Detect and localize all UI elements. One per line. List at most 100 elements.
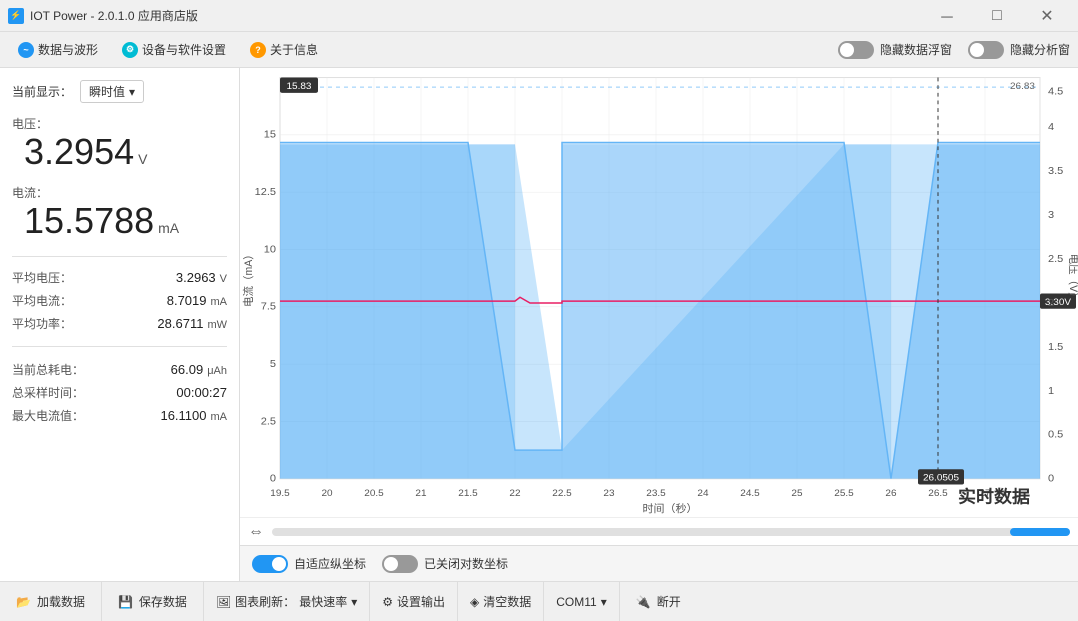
com-port-select[interactable]: COM11 ▾ [544,582,619,621]
svg-text:1: 1 [1048,385,1054,397]
chevron-down-icon: ▾ [601,595,607,609]
menu-item-settings[interactable]: ⚙ 设备与软件设置 [112,37,236,62]
display-mode-label: 当前显示： [12,83,72,100]
max-current-value: 16.1100 [160,408,206,423]
save-data-label: 保存数据 [139,593,187,610]
connect-button[interactable]: 🔌 断开 [620,582,697,621]
svg-text:15.83: 15.83 [286,81,311,92]
menu-right: 隐藏数据浮窗 隐藏分析窗 [838,41,1070,59]
toggle-hide-analysis-switch[interactable] [968,41,1004,59]
load-data-label: 加载数据 [37,593,85,610]
menu-item-about[interactable]: ? 关于信息 [240,37,328,62]
load-data-button[interactable]: 📂 加载数据 [0,582,102,621]
menu-settings-label: 设备与软件设置 [142,41,226,58]
app-icon: ⚡ [8,8,24,24]
toggle-hide-data-label: 隐藏数据浮窗 [880,41,952,58]
scroll-area[interactable]: ⇔ [240,517,1078,545]
avg-current-row: 平均电流： 8.7019 mA [12,292,227,309]
connect-label: 断开 [657,593,681,610]
chart-container[interactable]: 3.30V 15.83 26.0505 26.83 0 2.5 5 7.5 [240,68,1078,517]
clear-data-button[interactable]: ◈ 清空数据 [458,582,544,621]
max-current-row: 最大电流值： 16.1100 mA [12,407,227,424]
avg-voltage-row: 平均电压： 3.2963 V [12,269,227,286]
avg-current-value-group: 8.7019 mA [167,293,227,308]
log-y-toggle[interactable] [382,555,418,573]
current-section: 电流： 15.5788 mA [12,184,227,241]
menu-item-data[interactable]: ~ 数据与波形 [8,37,108,62]
about-icon: ? [250,42,266,58]
connect-icon: 🔌 [636,595,651,609]
svg-text:23.5: 23.5 [646,488,666,499]
close-button[interactable]: ✕ [1024,0,1070,32]
max-current-unit: mA [211,411,228,423]
svg-text:实时数据: 实时数据 [958,487,1030,507]
svg-text:0: 0 [1048,473,1054,485]
svg-text:3.5: 3.5 [1048,165,1063,177]
svg-text:4.5: 4.5 [1048,86,1063,98]
chart-controls: 自适应纵坐标 已关闭对数坐标 [240,545,1078,581]
svg-text:25.5: 25.5 [834,488,854,499]
adaptive-y-toggle[interactable] [252,555,288,573]
svg-text:20: 20 [321,488,333,499]
menu-data-label: 数据与波形 [38,41,98,58]
max-current-label: 最大电流值： [12,407,84,424]
title-bar-left: ⚡ IOT Power - 2.0.1.0 应用商店版 [8,7,198,24]
toggle-hide-analysis: 隐藏分析窗 [968,41,1070,59]
output-label: 设置输出 [397,593,445,610]
divider-2 [12,346,227,347]
toggle-hide-data-switch[interactable] [838,41,874,59]
avg-current-value: 8.7019 [167,293,207,308]
svg-text:21: 21 [415,488,426,499]
chevron-down-icon: ▾ [351,595,357,609]
clear-label: 清空数据 [483,593,531,610]
svg-text:0: 0 [270,473,276,485]
scroll-track[interactable] [272,528,1070,536]
menu-about-label: 关于信息 [270,41,318,58]
svg-text:电压（V）: 电压（V） [1067,254,1078,303]
current-value-row: 15.5788 mA [12,201,227,241]
svg-text:电流（mA）: 电流（mA） [242,249,255,307]
refresh-rate-icon: 🖼 [216,595,231,609]
svg-text:0.5: 0.5 [1048,429,1063,441]
scroll-thumb[interactable] [1010,528,1070,536]
output-icon: ⚙ [382,595,393,609]
svg-text:19.5: 19.5 [270,488,290,499]
svg-text:26: 26 [885,488,896,499]
maximize-button[interactable]: □ [974,0,1020,32]
output-settings-button[interactable]: ⚙ 设置输出 [370,582,458,621]
voltage-value: 3.2954 [24,132,134,172]
sample-time-value: 00:00:27 [176,385,227,400]
right-area: 3.30V 15.83 26.0505 26.83 0 2.5 5 7.5 [240,68,1078,581]
left-panel: 当前显示： 瞬时值 ▾ 电压： 3.2954 V 电流： 15.5788 mA … [0,68,240,581]
refresh-rate-select[interactable]: 🖼 图表刷新： 最快速率 ▾ [204,582,370,621]
avg-voltage-label: 平均电压： [12,269,72,286]
total-charge-value: 66.09 [171,362,204,377]
data-icon: ~ [18,42,34,58]
svg-text:2: 2 [1048,297,1054,309]
svg-text:时间（秒）: 时间（秒） [643,502,698,515]
refresh-rate-label: 图表刷新： [235,593,295,610]
save-data-icon: 💾 [118,595,133,609]
current-value: 15.5788 [24,201,154,241]
svg-text:20.5: 20.5 [364,488,384,499]
svg-text:3: 3 [1048,209,1054,221]
svg-text:15: 15 [264,129,276,141]
total-charge-value-group: 66.09 μAh [171,362,227,377]
menu-bar: ~ 数据与波形 ⚙ 设备与软件设置 ? 关于信息 隐藏数据浮窗 隐藏分析窗 [0,32,1078,68]
avg-power-value-group: 28.6711 mW [157,316,227,331]
scroll-fit-icon[interactable]: ⇔ [248,523,264,541]
total-charge-label: 当前总耗电： [12,361,84,378]
adaptive-y-label: 自适应纵坐标 [294,555,366,572]
avg-power-label: 平均功率： [12,315,72,332]
menu-left: ~ 数据与波形 ⚙ 设备与软件设置 ? 关于信息 [8,37,328,62]
voltage-section: 电压： 3.2954 V [12,115,227,172]
svg-text:22.5: 22.5 [552,488,572,499]
display-mode-select[interactable]: 瞬时值 ▾ [80,80,144,103]
voltage-value-row: 3.2954 V [12,132,227,172]
app-title: IOT Power - 2.0.1.0 应用商店版 [30,7,198,24]
com-port-value: COM11 [556,595,596,609]
svg-text:12.5: 12.5 [255,186,276,198]
minimize-button[interactable]: － [924,0,970,32]
svg-text:24: 24 [697,488,709,499]
save-data-button[interactable]: 💾 保存数据 [102,582,204,621]
